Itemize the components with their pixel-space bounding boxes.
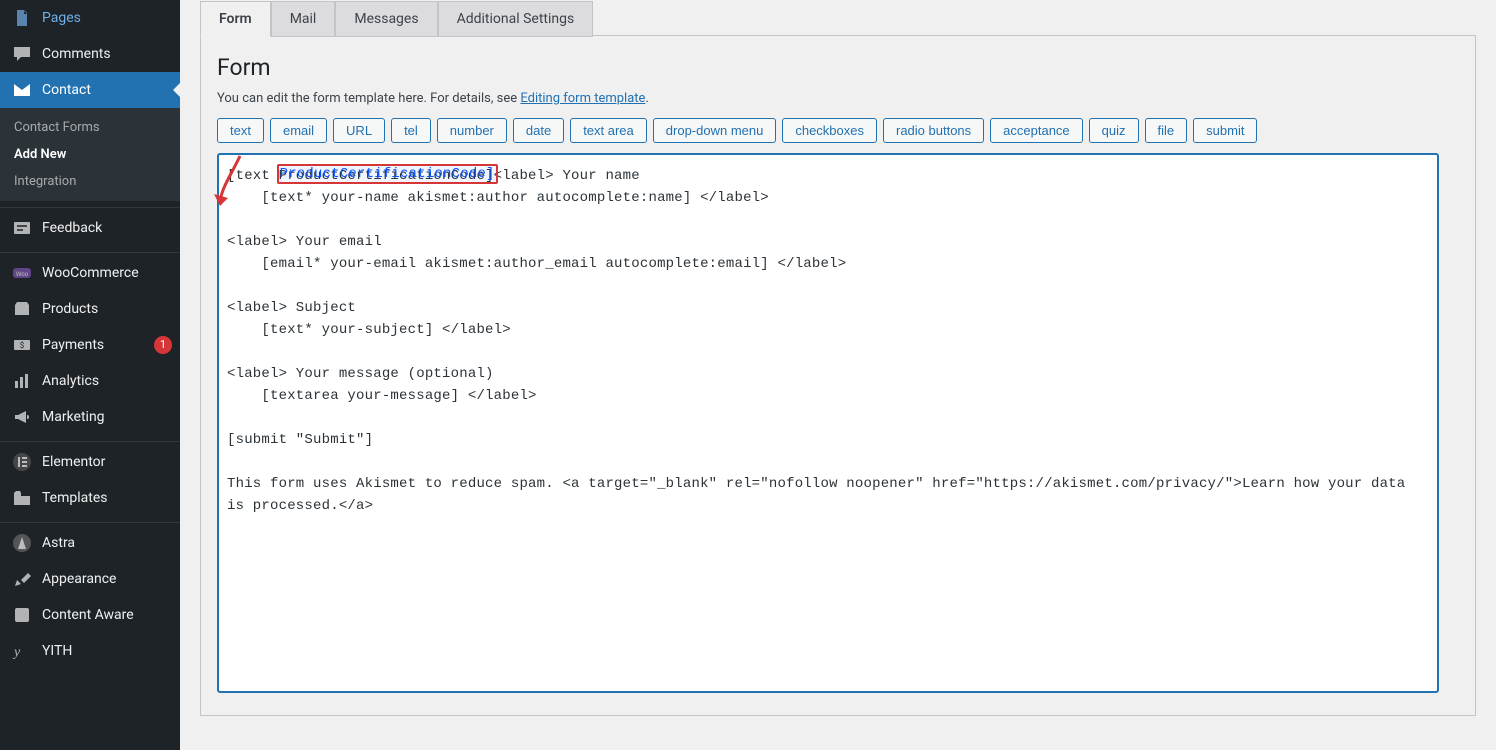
tag-btn-tel[interactable]: tel [391,118,431,143]
tag-btn-textarea[interactable]: text area [570,118,647,143]
sidebar-item-comments[interactable]: Comments [0,36,180,72]
sidebar-item-label: WooCommerce [42,265,172,281]
templates-icon [12,488,32,508]
tag-btn-number[interactable]: number [437,118,507,143]
appearance-icon [12,569,32,589]
admin-sidebar: Pages Comments Contact Contact Forms Add… [0,0,180,750]
sidebar-item-pages[interactable]: Pages [0,0,180,36]
tag-btn-radio[interactable]: radio buttons [883,118,984,143]
marketing-icon [12,407,32,427]
form-template-textarea[interactable] [217,153,1439,693]
sidebar-item-templates[interactable]: Templates [0,480,180,516]
tab-messages[interactable]: Messages [335,1,437,37]
tag-btn-checkboxes[interactable]: checkboxes [782,118,877,143]
contact-icon [12,80,32,100]
tag-btn-date[interactable]: date [513,118,564,143]
sidebar-item-astra[interactable]: Astra [0,525,180,561]
sidebar-item-label: Contact [42,82,172,98]
svg-text:Woo: Woo [16,272,29,278]
sidebar-item-appearance[interactable]: Appearance [0,561,180,597]
sidebar-item-label: Templates [42,490,172,506]
tag-generator-buttons: text email URL tel number date text area… [217,118,1459,143]
tab-additional-settings[interactable]: Additional Settings [438,1,594,37]
submenu-add-new[interactable]: Add New [0,141,180,168]
products-icon [12,299,32,319]
sidebar-item-label: Content Aware [42,607,172,623]
sidebar-item-elementor[interactable]: Elementor [0,444,180,480]
form-panel: Form You can edit the form template here… [200,35,1476,716]
panel-title: Form [217,54,1459,81]
desc-text: You can edit the form template here. For… [217,91,520,106]
svg-text:$: $ [20,341,25,350]
tag-btn-url[interactable]: URL [333,118,385,143]
desc-suffix: . [645,91,648,106]
sidebar-item-label: Payments [42,337,148,353]
submenu-contact-forms[interactable]: Contact Forms [0,114,180,141]
payments-icon: $ [12,335,32,355]
menu-separator [0,518,180,523]
elementor-icon [12,452,32,472]
tag-btn-acceptance[interactable]: acceptance [990,118,1083,143]
sidebar-item-label: Feedback [42,220,172,236]
sidebar-item-feedback[interactable]: Feedback [0,210,180,246]
sidebar-item-yith[interactable]: y YITH [0,633,180,669]
tab-form[interactable]: Form [200,1,271,37]
tag-btn-submit[interactable]: submit [1193,118,1257,143]
sidebar-item-label: Comments [42,46,172,62]
svg-text:y: y [12,645,21,660]
sidebar-item-label: Pages [42,10,172,26]
tag-btn-text[interactable]: text [217,118,264,143]
sidebar-item-contact[interactable]: Contact [0,72,180,108]
sidebar-item-marketing[interactable]: Marketing [0,399,180,435]
tab-mail[interactable]: Mail [271,1,336,37]
menu-separator [0,203,180,208]
sidebar-item-content-aware[interactable]: Content Aware [0,597,180,633]
analytics-icon [12,371,32,391]
sidebar-item-products[interactable]: Products [0,291,180,327]
sidebar-item-payments[interactable]: $ Payments 1 [0,327,180,363]
sidebar-item-label: Astra [42,535,172,551]
update-badge: 1 [154,336,172,354]
sidebar-submenu: Contact Forms Add New Integration [0,108,180,201]
tag-btn-dropdown[interactable]: drop-down menu [653,118,777,143]
sidebar-item-label: Products [42,301,172,317]
main-content: Form Mail Messages Additional Settings F… [180,0,1496,750]
yith-icon: y [12,641,32,661]
sidebar-item-woocommerce[interactable]: Woo WooCommerce [0,255,180,291]
menu-separator [0,437,180,442]
sidebar-item-label: Appearance [42,571,172,587]
tag-btn-quiz[interactable]: quiz [1089,118,1139,143]
panel-tabs: Form Mail Messages Additional Settings [200,0,1476,36]
sidebar-item-label: YITH [42,643,172,659]
woo-icon: Woo [12,263,32,283]
sidebar-item-label: Analytics [42,373,172,389]
comments-icon [12,44,32,64]
tag-btn-email[interactable]: email [270,118,327,143]
astra-icon [12,533,32,553]
pages-icon [12,8,32,28]
menu-separator [0,248,180,253]
submenu-integration[interactable]: Integration [0,168,180,195]
editing-template-link[interactable]: Editing form template [520,91,645,106]
content-aware-icon [12,605,32,625]
sidebar-item-label: Elementor [42,454,172,470]
panel-description: You can edit the form template here. For… [217,91,1459,106]
tag-btn-file[interactable]: file [1145,118,1188,143]
sidebar-item-label: Marketing [42,409,172,425]
form-textarea-wrap: [text ProductCertificationCode] [217,153,1459,697]
feedback-icon [12,218,32,238]
sidebar-item-analytics[interactable]: Analytics [0,363,180,399]
